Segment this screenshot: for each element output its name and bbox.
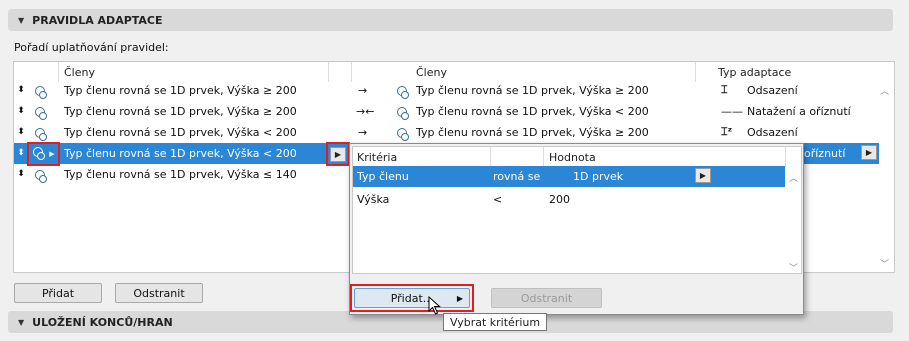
column-divider (785, 147, 786, 167)
offset-icon: ⌶ (721, 83, 728, 97)
column-header-value[interactable]: Hodnota (549, 147, 596, 167)
reorder-arrows-icon[interactable]: ⬍ (15, 127, 27, 137)
rule-row[interactable]: ⬍ Typ členu rovná se 1D prvek, Výška ≥ 2… (14, 101, 879, 122)
collapse-triangle-icon: ▼ (18, 15, 25, 25)
collapse-triangle-icon: ▼ (18, 317, 25, 327)
column-divider (695, 62, 696, 82)
scroll-down-icon[interactable]: ﹀ (789, 261, 798, 274)
reorder-arrows-icon[interactable]: ⬍ (15, 106, 27, 116)
rule-left-text: Typ členu rovná se 1D prvek, Výška ≥ 200 (64, 83, 297, 97)
remove-criterion-button[interactable]: Odstranit (491, 288, 602, 308)
rule-type: oříznutí (804, 146, 846, 160)
column-divider (490, 147, 491, 167)
column-header-members-right[interactable]: Členy (416, 62, 447, 82)
reorder-arrows-icon[interactable]: ⬍ (15, 148, 27, 158)
rule-right-text: Typ členu rovná se 1D prvek, Výška < 200 (416, 104, 649, 118)
order-label: Pořadí uplatňování pravidel: (14, 41, 169, 54)
scroll-up-icon[interactable]: ︿ (880, 84, 889, 97)
criterion-value[interactable]: 1D prvek (573, 170, 623, 183)
rule-right-text: Typ členu rovná se 1D prvek, Výška ≥ 200 (416, 125, 649, 139)
section-header-rules[interactable]: ▼ PRAVIDLA ADAPTACE (8, 9, 893, 31)
criteria-row[interactable]: Výška < 200 (353, 189, 785, 210)
submenu-arrow-icon: ▶ (456, 293, 463, 303)
rule-row[interactable]: ⬍ Typ členu rovná se 1D prvek, Výška ≤ 1… (14, 164, 354, 185)
dropdown-arrow-icon: ▶ (49, 150, 55, 158)
column-divider (351, 62, 352, 82)
section-title: PRAVIDLA ADAPTACE (32, 13, 163, 27)
rule-icon (396, 128, 410, 142)
rule-icon (396, 107, 410, 121)
add-rule-button[interactable]: Přidat (14, 283, 102, 303)
section-title: ULOŽENÍ KONCŮ/HRAN (32, 315, 173, 329)
remove-rule-button[interactable]: Odstranit (115, 283, 203, 303)
column-divider (58, 62, 59, 82)
rule-arrow: → (358, 83, 368, 97)
rule-icon (34, 86, 48, 100)
rule-type: Odsazení (747, 125, 798, 139)
rule-row[interactable]: ⬍ Typ členu rovná se 1D prvek, Výška < 2… (14, 122, 879, 143)
add-criterion-button[interactable]: Přidat... ▶ (354, 288, 470, 308)
extend-trim-icon: —— (721, 104, 743, 118)
rule-icon-dropdown-highlighted[interactable]: ▶ (27, 142, 60, 166)
rule-arrow: →← (356, 104, 375, 118)
expand-arrow-button[interactable]: ▶ (861, 145, 877, 160)
criterion-operator[interactable]: rovná se (493, 170, 540, 183)
criteria-row-selected[interactable]: Typ členu rovná se 1D prvek ▶ (353, 166, 785, 187)
reorder-arrows-icon[interactable]: ⬍ (15, 169, 27, 179)
rule-row[interactable]: ⬍ Typ členu rovná se 1D prvek, Výška ≥ 2… (14, 80, 879, 101)
rule-icon (34, 128, 48, 142)
column-header-criteria[interactable]: Kritéria (357, 147, 397, 167)
rule-left-text: Typ členu rovná se 1D prvek, Výška < 200 (64, 146, 297, 160)
reorder-arrows-icon[interactable]: ⬍ (15, 85, 27, 95)
rule-arrow: → (358, 125, 368, 139)
add-criterion-label: Přidat... (390, 291, 434, 305)
criterion-operator[interactable]: < (493, 193, 502, 206)
rule-left-text: Typ členu rovná se 1D prvek, Výška ≤ 140 (64, 167, 297, 181)
criteria-table: Kritéria Hodnota Typ členu rovná se 1D p… (352, 146, 802, 274)
column-divider (543, 147, 544, 167)
column-header-members-left[interactable]: Členy (64, 62, 95, 82)
offset-z-icon: ⌶ᶻ (721, 125, 733, 139)
rule-type: Odsazení (747, 83, 798, 97)
criterion-name: Výška (357, 192, 390, 206)
criteria-popup: Kritéria Hodnota Typ členu rovná se 1D p… (349, 143, 804, 315)
rule-icon (34, 170, 48, 184)
tooltip: Vybrat kritérium (443, 313, 548, 331)
value-dropdown-icon[interactable]: ▶ (695, 168, 711, 183)
column-header-type[interactable]: Typ adaptace (718, 62, 791, 82)
rule-left-text: Typ členu rovná se 1D prvek, Výška < 200 (64, 125, 297, 139)
criteria-expand-highlighted[interactable]: ▶ (326, 142, 350, 166)
criterion-value[interactable]: 200 (549, 193, 570, 206)
expand-arrow-icon: ▶ (330, 146, 346, 162)
rule-icon (34, 107, 48, 121)
rule-left-text: Typ členu rovná se 1D prvek, Výška ≥ 200 (64, 104, 297, 118)
column-divider (328, 62, 329, 82)
scroll-down-icon[interactable]: ﹀ (880, 257, 889, 270)
scroll-up-icon[interactable]: ︿ (789, 171, 798, 184)
rule-right-text: Typ členu rovná se 1D prvek, Výška ≥ 200 (416, 83, 649, 97)
rule-icon (396, 86, 410, 100)
mouse-cursor-icon (428, 296, 441, 315)
criterion-name: Typ členu (357, 169, 409, 183)
rule-type: Natažení a oříznutí (747, 104, 851, 118)
rule-icon (32, 147, 46, 161)
